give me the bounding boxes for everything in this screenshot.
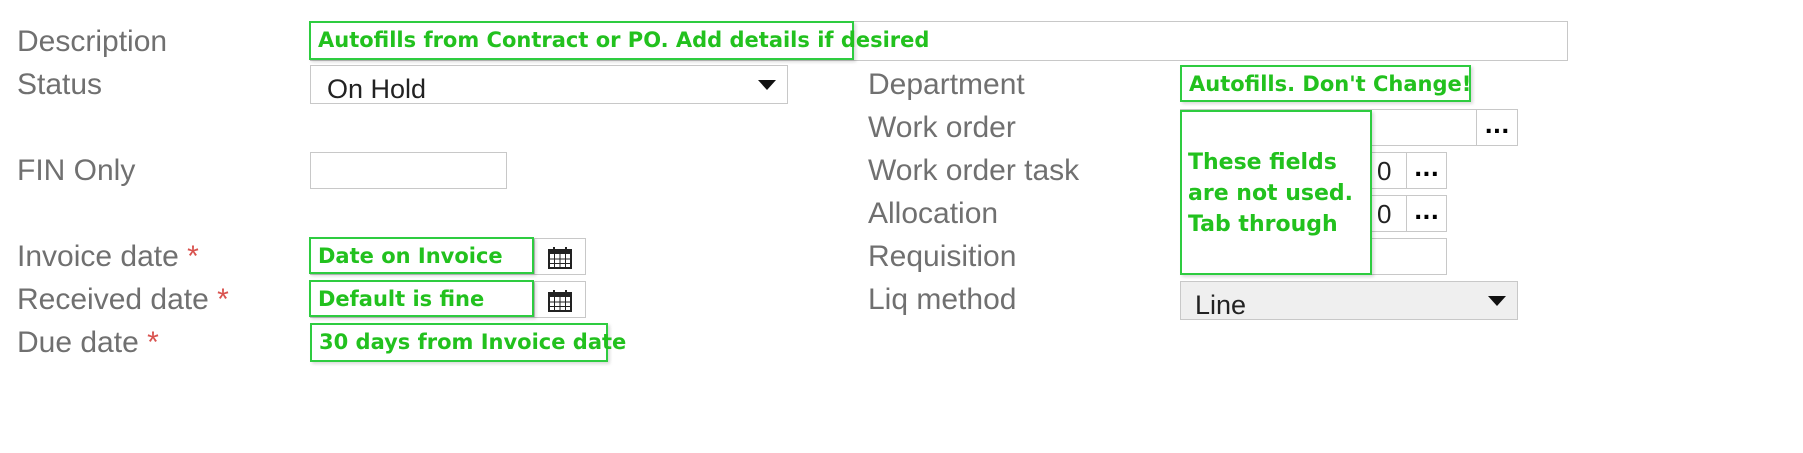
received-date-note: Default is fine — [309, 280, 534, 317]
allocation-label: Allocation — [868, 197, 999, 230]
received-date-label: Received date * — [17, 282, 229, 318]
calendar-icon — [548, 290, 572, 312]
status-select[interactable]: On Hold — [310, 65, 788, 104]
liq-method-select[interactable]: Line — [1180, 281, 1518, 320]
chevron-down-icon — [1488, 296, 1506, 306]
invoice-date-calendar-button[interactable] — [534, 238, 586, 275]
status-label: Status — [17, 68, 103, 101]
invoice-date-label: Invoice date * — [17, 239, 199, 275]
unused-fields-note: These fields are not used. Tab through — [1180, 110, 1372, 275]
received-date-calendar-button[interactable] — [534, 281, 586, 318]
description-note: Autofills from Contract or PO. Add detai… — [309, 21, 929, 60]
department-note: Autofills. Don't Change! — [1180, 65, 1471, 102]
liq-method-select-value: Line — [1195, 290, 1247, 320]
required-marker: * — [187, 240, 199, 273]
department-label: Department — [868, 68, 1025, 101]
allocation-value: 0 — [1377, 199, 1392, 229]
work-order-label: Work order — [868, 111, 1016, 144]
due-date-note: 30 days from Invoice date — [310, 323, 626, 362]
received-date-label-text: Received date — [17, 283, 209, 316]
work-order-task-lookup-button[interactable]: ... — [1406, 152, 1447, 189]
allocation-lookup-button[interactable]: ... — [1406, 195, 1447, 232]
calendar-icon — [548, 247, 572, 269]
invoice-date-label-text: Invoice date — [17, 240, 179, 273]
fin-only-input[interactable] — [310, 152, 507, 189]
work-order-lookup-button[interactable]: ... — [1476, 109, 1518, 146]
description-label: Description — [17, 25, 168, 58]
due-date-label: Due date * — [17, 325, 159, 361]
invoice-date-note: Date on Invoice — [309, 237, 534, 274]
liq-method-label: Liq method — [868, 283, 1017, 316]
work-order-task-label: Work order task — [868, 154, 1080, 187]
chevron-down-icon — [758, 80, 776, 90]
work-order-task-value: 0 — [1377, 156, 1392, 186]
fin-only-label: FIN Only — [17, 154, 136, 187]
required-marker: * — [147, 326, 159, 359]
due-date-label-text: Due date — [17, 326, 139, 359]
required-marker: * — [217, 283, 229, 316]
requisition-label: Requisition — [868, 240, 1017, 273]
status-select-value: On Hold — [327, 74, 427, 104]
